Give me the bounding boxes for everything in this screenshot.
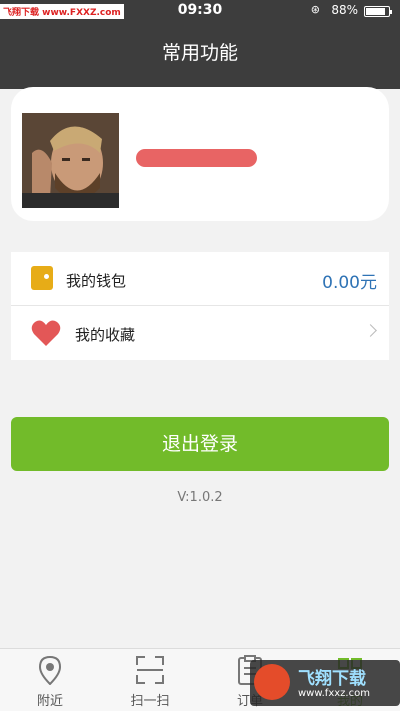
watermark-top: 飞翔下载 www.FXXZ.com [0, 4, 124, 19]
watermark-url: www.fxxz.com [298, 688, 370, 699]
battery-percent: 88% [331, 3, 358, 17]
scan-icon [136, 656, 164, 684]
favorites-row[interactable]: 我的收藏 [11, 306, 389, 360]
logout-button[interactable]: 退出登录 [11, 417, 389, 471]
app-version: V:1.0.2 [177, 490, 223, 505]
profile-card[interactable] [11, 87, 389, 221]
avatar[interactable] [22, 113, 119, 208]
heart-icon [31, 320, 61, 346]
username-redacted [136, 149, 257, 167]
battery-icon [364, 6, 392, 17]
favorites-label: 我的收藏 [75, 326, 136, 344]
avatar-photo [22, 113, 119, 208]
tab-nearby-label: 附近 [36, 694, 63, 709]
wallet-icon [31, 266, 53, 290]
page-title: 常用功能 [161, 42, 238, 64]
wallet-balance: 0.00元 [322, 273, 377, 293]
tab-nearby[interactable]: 附近 [0, 649, 100, 711]
watermark-brand: 飞翔下载 [298, 669, 366, 689]
tab-scan-label: 扫一扫 [130, 694, 170, 709]
tab-scan[interactable]: 扫一扫 [100, 649, 200, 711]
watermark-logo-icon [254, 664, 290, 700]
menu-list: 我的钱包 0.00元 我的收藏 [11, 252, 389, 360]
orientation-lock-icon: ⊛ [310, 3, 320, 16]
location-icon [38, 655, 62, 685]
wallet-row[interactable]: 我的钱包 0.00元 [11, 252, 389, 306]
wallet-label: 我的钱包 [66, 272, 127, 290]
watermark-bottom: 飞翔下载 www.fxxz.com [250, 660, 400, 706]
app-header: 常用功能 [0, 22, 400, 77]
chevron-right-icon [364, 324, 377, 337]
